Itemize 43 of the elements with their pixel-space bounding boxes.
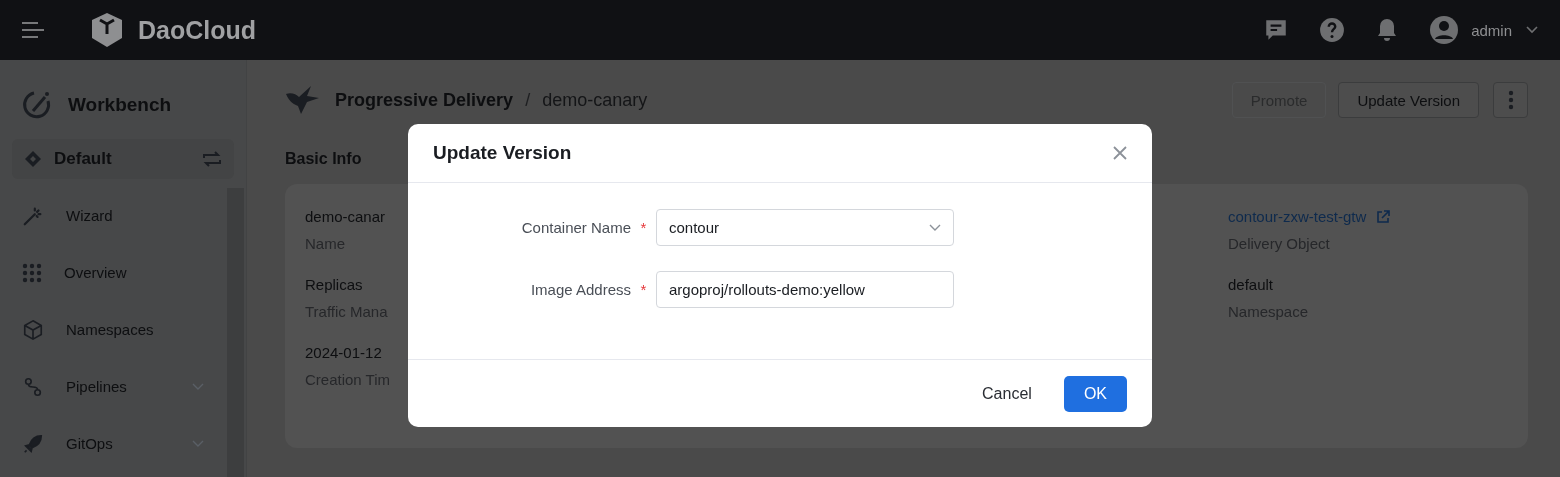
input-field[interactable]: argoproj/rollouts-demo:yellow	[656, 271, 954, 308]
chevron-down-icon[interactable]	[1526, 26, 1538, 34]
brand-name: DaoCloud	[138, 15, 257, 45]
dialog-title: Update Version	[433, 142, 573, 164]
diamond-icon	[24, 150, 42, 168]
chevron-down-icon	[929, 223, 941, 232]
menu-icon[interactable]	[22, 22, 44, 38]
more-button[interactable]	[1493, 82, 1528, 118]
grid-icon	[22, 262, 42, 283]
form-label: Container Name	[520, 219, 631, 236]
external-link-icon	[1376, 209, 1391, 224]
user-name[interactable]: admin	[1471, 21, 1512, 39]
field-value: default	[1228, 276, 1274, 293]
section-title: Basic Info	[285, 150, 362, 168]
cube-icon	[22, 318, 44, 341]
help-icon[interactable]	[1319, 17, 1346, 43]
close-button[interactable]	[1113, 146, 1127, 160]
sidebar-item[interactable]: Namespaces	[12, 301, 214, 358]
required-mark: *	[639, 281, 648, 298]
action-button[interactable]: Update Version	[1338, 82, 1479, 118]
sidebar-title: Workbench	[68, 94, 172, 116]
ok-button[interactable]: OK	[1063, 375, 1127, 412]
field-value: 2024-01-12	[305, 344, 382, 361]
breadcrumb-link[interactable]: Progressive Delivery	[335, 89, 514, 111]
form-label: Image Address	[529, 281, 631, 298]
pipeline-icon	[22, 375, 44, 398]
delivery-object-link[interactable]: contour-zxw-test-gtw	[1228, 208, 1391, 225]
select-field[interactable]: contour	[656, 209, 954, 246]
logo-icon	[90, 12, 124, 48]
more-vertical-icon	[1507, 90, 1514, 110]
cancel-button[interactable]: Cancel	[962, 376, 1052, 411]
sidebar-item[interactable]: Wizard	[12, 187, 214, 244]
bird-icon	[285, 84, 321, 116]
rocket-icon	[22, 432, 44, 455]
breadcrumb-separator: /	[525, 89, 531, 111]
sidebar-item[interactable]: Pipelines	[12, 358, 214, 415]
switch-icon[interactable]	[202, 150, 222, 168]
field-value: Replicas	[305, 276, 363, 293]
avatar-icon[interactable]	[1429, 15, 1460, 45]
sidebar-item[interactable]: GitOps	[12, 415, 214, 472]
sidebar-item[interactable]: Overview	[12, 244, 214, 301]
required-mark: *	[639, 219, 648, 236]
field-value: demo-canar	[305, 208, 386, 225]
